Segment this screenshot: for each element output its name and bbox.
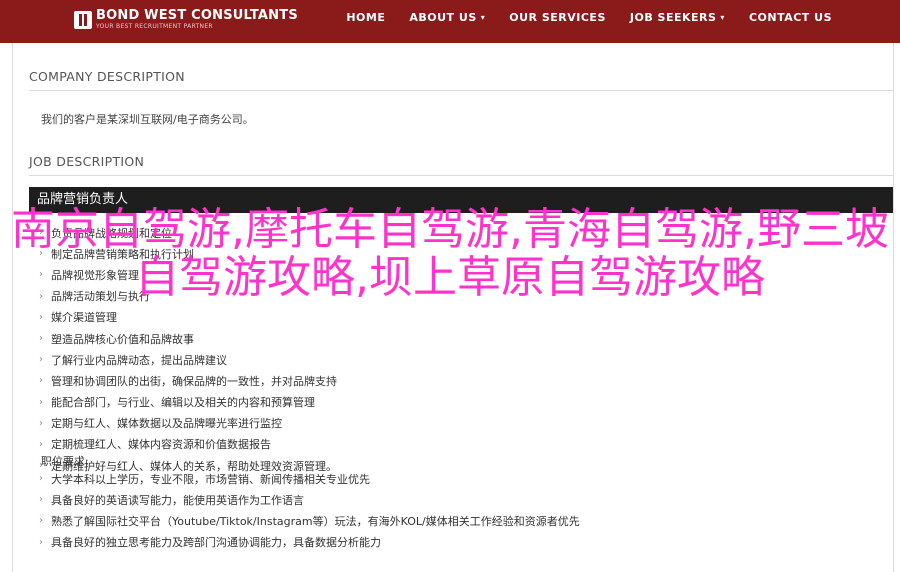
logo-title: BOND WEST CONSULTANTS [96, 8, 298, 23]
nav-about-us[interactable]: ABOUT US ▾ [397, 11, 497, 24]
logo-subtitle: YOUR BEST RECRUITMENT PARTNER [96, 23, 213, 30]
requirements-list: › 大学本科以上学历，专业不限，市场营销、新闻传播相关专业优先 › 具备良好的英语读… [39, 468, 580, 553]
chevron-right-icon: › [39, 311, 43, 323]
nav-job-seekers[interactable]: JOB SEEKERS ▾ [618, 11, 737, 24]
list-item: › 塑造品牌核心价值和品牌故事 [39, 332, 194, 346]
chevron-right-icon: › [39, 248, 43, 260]
job-title-bar: 品牌营销负责人 [29, 187, 893, 213]
chevron-right-icon: › [39, 269, 43, 281]
chevron-right-icon: › [39, 536, 43, 548]
list-item: › 制定品牌营销策略和执行计划 [39, 247, 194, 261]
chevron-right-icon: › [39, 473, 43, 485]
duties-list: › 负责品牌战略规划和定位 › 制定品牌营销策略和执行计划 › 品牌视觉形象管理 › 品… [39, 222, 337, 476]
list-item: › 定期与红人、媒体数据以及品牌曝光率进行监控 [39, 417, 282, 431]
chevron-right-icon: › [39, 333, 43, 345]
nav-home[interactable]: HOME [334, 11, 397, 24]
chevron-right-icon: › [39, 396, 43, 408]
list-item: › 媒介渠道管理 [39, 311, 117, 325]
top-navigation-bar: BOND WEST CONSULTANTS YOUR BEST RECRUITM… [0, 0, 900, 43]
chevron-right-icon: › [39, 515, 43, 527]
site-logo[interactable]: BOND WEST CONSULTANTS YOUR BEST RECRUITM… [74, 9, 298, 30]
chevron-right-icon: › [39, 494, 43, 506]
list-item: › 具备良好的独立思考能力及跨部门沟通协调能力，具备数据分析能力 [39, 536, 381, 550]
requirements-heading: 职位要求: [41, 455, 89, 468]
chevron-down-icon: ▾ [480, 13, 486, 22]
list-item: › 负责品牌战略规划和定位 [39, 226, 172, 240]
job-description-heading: JOB DESCRIPTION [29, 154, 145, 169]
list-item: › 定期梳理红人、媒体内容资源和价值数据报告 [39, 438, 271, 452]
list-item: › 品牌视觉形象管理 [39, 268, 139, 282]
nav-our-services[interactable]: OUR SERVICES [497, 11, 618, 24]
chevron-right-icon: › [39, 354, 43, 366]
logo-icon [74, 10, 92, 29]
nav-contact-us[interactable]: CONTACT US [737, 11, 844, 24]
chevron-right-icon: › [39, 375, 43, 387]
chevron-right-icon: › [39, 290, 43, 302]
list-item: › 管理和协调团队的出街，确保品牌的一致性，并对品牌支持 [39, 374, 337, 388]
company-description-text: 我们的客户是某深圳互联网/电子商务公司。 [41, 113, 254, 126]
list-item: › 了解行业内品牌动态，提出品牌建议 [39, 353, 227, 367]
list-item: › 能配合部门，与行业、编辑以及相关的内容和预算管理 [39, 396, 315, 410]
chevron-right-icon: › [39, 227, 43, 239]
chevron-down-icon: ▾ [720, 13, 725, 22]
chevron-right-icon: › [39, 438, 43, 450]
list-item: › 大学本科以上学历，专业不限，市场营销、新闻传播相关专业优先 [39, 472, 370, 486]
main-nav: HOME ABOUT US ▾ OUR SERVICES JOB SEEKERS ▾… [334, 0, 844, 35]
list-item: › 品牌活动策划与执行 [39, 290, 150, 304]
list-item: › 具备良好的英语读写能力，能使用英语作为工作语言 [39, 493, 304, 507]
content-panel: COMPANY DESCRIPTION 我们的客户是某深圳互联网/电子商务公司。… [12, 43, 894, 572]
divider [29, 175, 893, 176]
chevron-right-icon: › [39, 417, 43, 429]
divider [29, 90, 893, 91]
company-description-heading: COMPANY DESCRIPTION [29, 69, 185, 84]
list-item: › 熟悉了解国际社交平台（Youtube/Tiktok/Instagram等）玩法… [39, 514, 580, 528]
